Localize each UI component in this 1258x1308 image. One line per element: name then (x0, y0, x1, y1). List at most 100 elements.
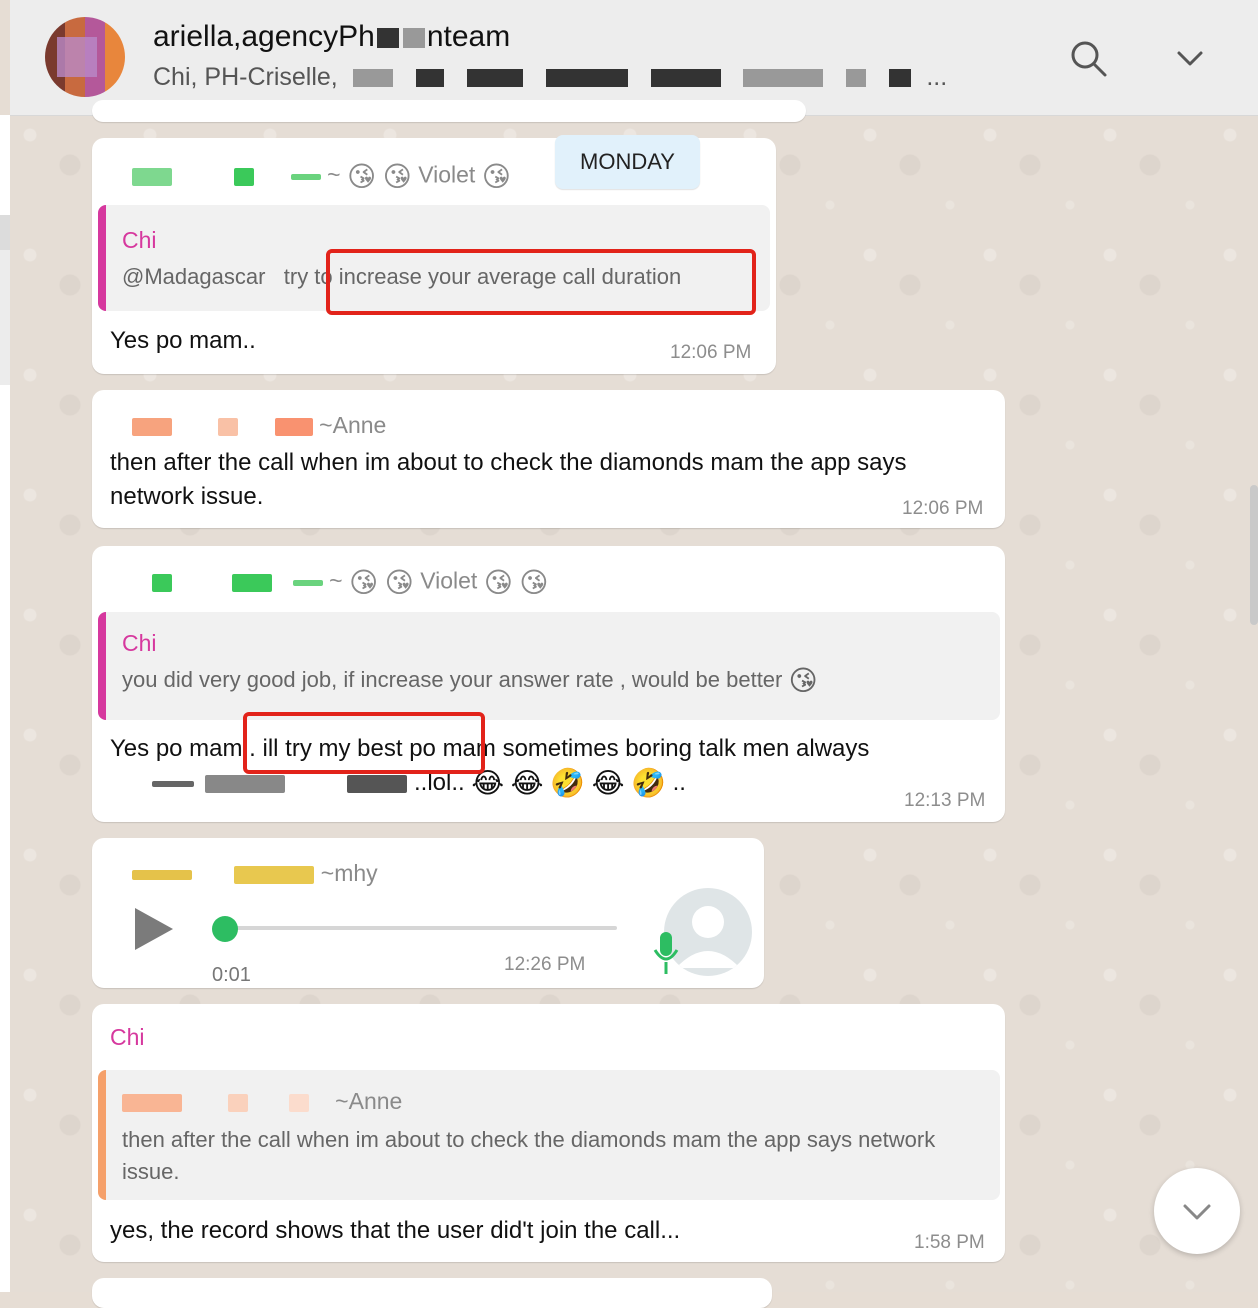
redaction (234, 865, 315, 884)
sender-name: Violet (418, 161, 476, 188)
group-title[interactable]: ariella,agencyPh nteam (153, 20, 510, 54)
kiss-emoji: 😘 (519, 567, 549, 598)
redaction (234, 167, 255, 186)
quote-mention: @Madagascar (122, 264, 266, 289)
joy-emoji: 😂 (510, 767, 544, 799)
scrollbar-thumb[interactable] (1250, 485, 1258, 625)
date-divider: MONDAY (555, 135, 700, 189)
message-bubble[interactable]: Chi ~Anne then after the call when im ab… (92, 1004, 1005, 1262)
redaction (347, 774, 408, 793)
redaction (288, 1093, 309, 1112)
kiss-emoji: 😘 (483, 567, 513, 598)
redaction (650, 69, 721, 88)
redaction (132, 167, 172, 186)
microphone-icon (653, 932, 679, 974)
redaction (122, 1093, 182, 1112)
sender-name: ~Anne (319, 412, 387, 438)
redaction (376, 28, 399, 49)
kiss-emoji: 😘 (481, 161, 511, 192)
kiss-emoji: 😘 (349, 567, 379, 598)
members-list: Chi, PH-Criselle, (153, 63, 338, 91)
message-text: then after the call when im about to che… (110, 449, 907, 510)
message-text: yes, the record shows that the user did'… (110, 1217, 681, 1244)
redaction (352, 69, 393, 88)
message-sender: ~ 😘 😘 Violet 😘 (132, 160, 511, 193)
redaction (889, 69, 912, 88)
chevron-down-icon (1183, 1204, 1211, 1220)
highlight-box (326, 249, 756, 315)
message-bubble-partial (92, 100, 806, 122)
message-time: 12:13 PM (904, 790, 986, 811)
redaction (152, 780, 194, 787)
redaction (228, 1093, 249, 1112)
group-title-start: ariella,agencyPh (153, 20, 375, 53)
kiss-emoji: 😘 (384, 567, 414, 598)
rofl-emoji: 🤣 (631, 767, 666, 799)
group-title-end: nteam (426, 20, 511, 53)
redaction (204, 774, 285, 793)
voice-duration: 0:01 (212, 964, 251, 986)
edge-segment (0, 250, 10, 385)
message-text: Yes po mam.. (110, 327, 256, 354)
rofl-emoji: 🤣 (550, 767, 586, 799)
joy-emoji: 😂 (591, 767, 625, 799)
chevron-down-icon[interactable] (1170, 38, 1210, 78)
quoted-message[interactable]: ~Anne then after the call when im about … (98, 1070, 1000, 1200)
quote-author-name: ~Anne (335, 1088, 403, 1114)
message-text-end: .. (672, 769, 686, 796)
sender-name: Chi (110, 1024, 145, 1050)
message-time: 12:06 PM (670, 342, 752, 363)
message-time: 12:26 PM (504, 954, 586, 975)
kiss-emoji: 😘 (347, 161, 377, 192)
quote-body: then after the call when im about to che… (122, 1127, 936, 1184)
quoted-message[interactable]: Chi you did very good job, if increase y… (98, 612, 1000, 720)
message-bubble-partial (92, 1278, 772, 1308)
redaction (290, 173, 321, 180)
redaction (232, 573, 273, 592)
redaction (218, 417, 239, 436)
quote-text: you did very good job, if increase your … (122, 664, 818, 697)
chat-header[interactable]: ariella,agencyPh nteam Chi, PH-Criselle, … (10, 0, 1258, 116)
voice-progress-knob[interactable] (212, 916, 238, 942)
redaction (292, 579, 323, 586)
redaction (466, 69, 523, 88)
kiss-emoji: 😘 (788, 665, 818, 697)
message-time: 12:06 PM (902, 498, 984, 519)
search-icon[interactable] (1068, 38, 1108, 78)
redaction (132, 869, 192, 880)
message-time: 1:58 PM (914, 1232, 985, 1253)
quote-bar (98, 612, 106, 720)
highlight-box (243, 712, 485, 774)
quote-bar (98, 205, 106, 311)
quote-body: you did very good job, if increase your … (122, 667, 783, 692)
kiss-emoji: 😘 (382, 161, 412, 192)
redaction (152, 573, 172, 592)
message-text: Yes po mam.. ill try my best po mam some… (110, 735, 870, 762)
redaction (415, 69, 444, 88)
message-sender: ~ 😘 😘 Violet 😘 😘 (132, 566, 549, 599)
members-more: ... (926, 63, 948, 91)
quote-author: ~Anne (122, 1088, 402, 1115)
message-bubble[interactable]: ~ 😘 😘 Violet 😘 😘 Chi you did very good j… (92, 546, 1005, 822)
redaction (402, 28, 425, 49)
sender-tilde: ~ (327, 161, 347, 188)
group-members: Chi, PH-Criselle, ... (153, 63, 947, 92)
quote-author: Chi (122, 227, 157, 253)
redaction (743, 69, 824, 88)
group-avatar[interactable] (45, 17, 125, 97)
redaction (274, 417, 313, 436)
sender-tilde: ~ (329, 567, 349, 594)
left-edge-strip (0, 115, 10, 1292)
message-sender: ~Anne (132, 412, 386, 439)
message-bubble[interactable]: ~Anne then after the call when im about … (92, 390, 1005, 528)
sender-name: ~mhy (320, 860, 378, 886)
redaction (846, 69, 867, 88)
redaction (132, 417, 172, 436)
quote-bar (98, 1070, 106, 1200)
scroll-to-bottom-button[interactable] (1154, 1168, 1240, 1254)
sender-name: Violet (420, 567, 478, 594)
voice-progress-track[interactable] (225, 926, 617, 930)
quote-author: Chi (122, 630, 157, 656)
play-icon[interactable] (135, 908, 173, 950)
message-sender: ~mhy (132, 860, 378, 887)
